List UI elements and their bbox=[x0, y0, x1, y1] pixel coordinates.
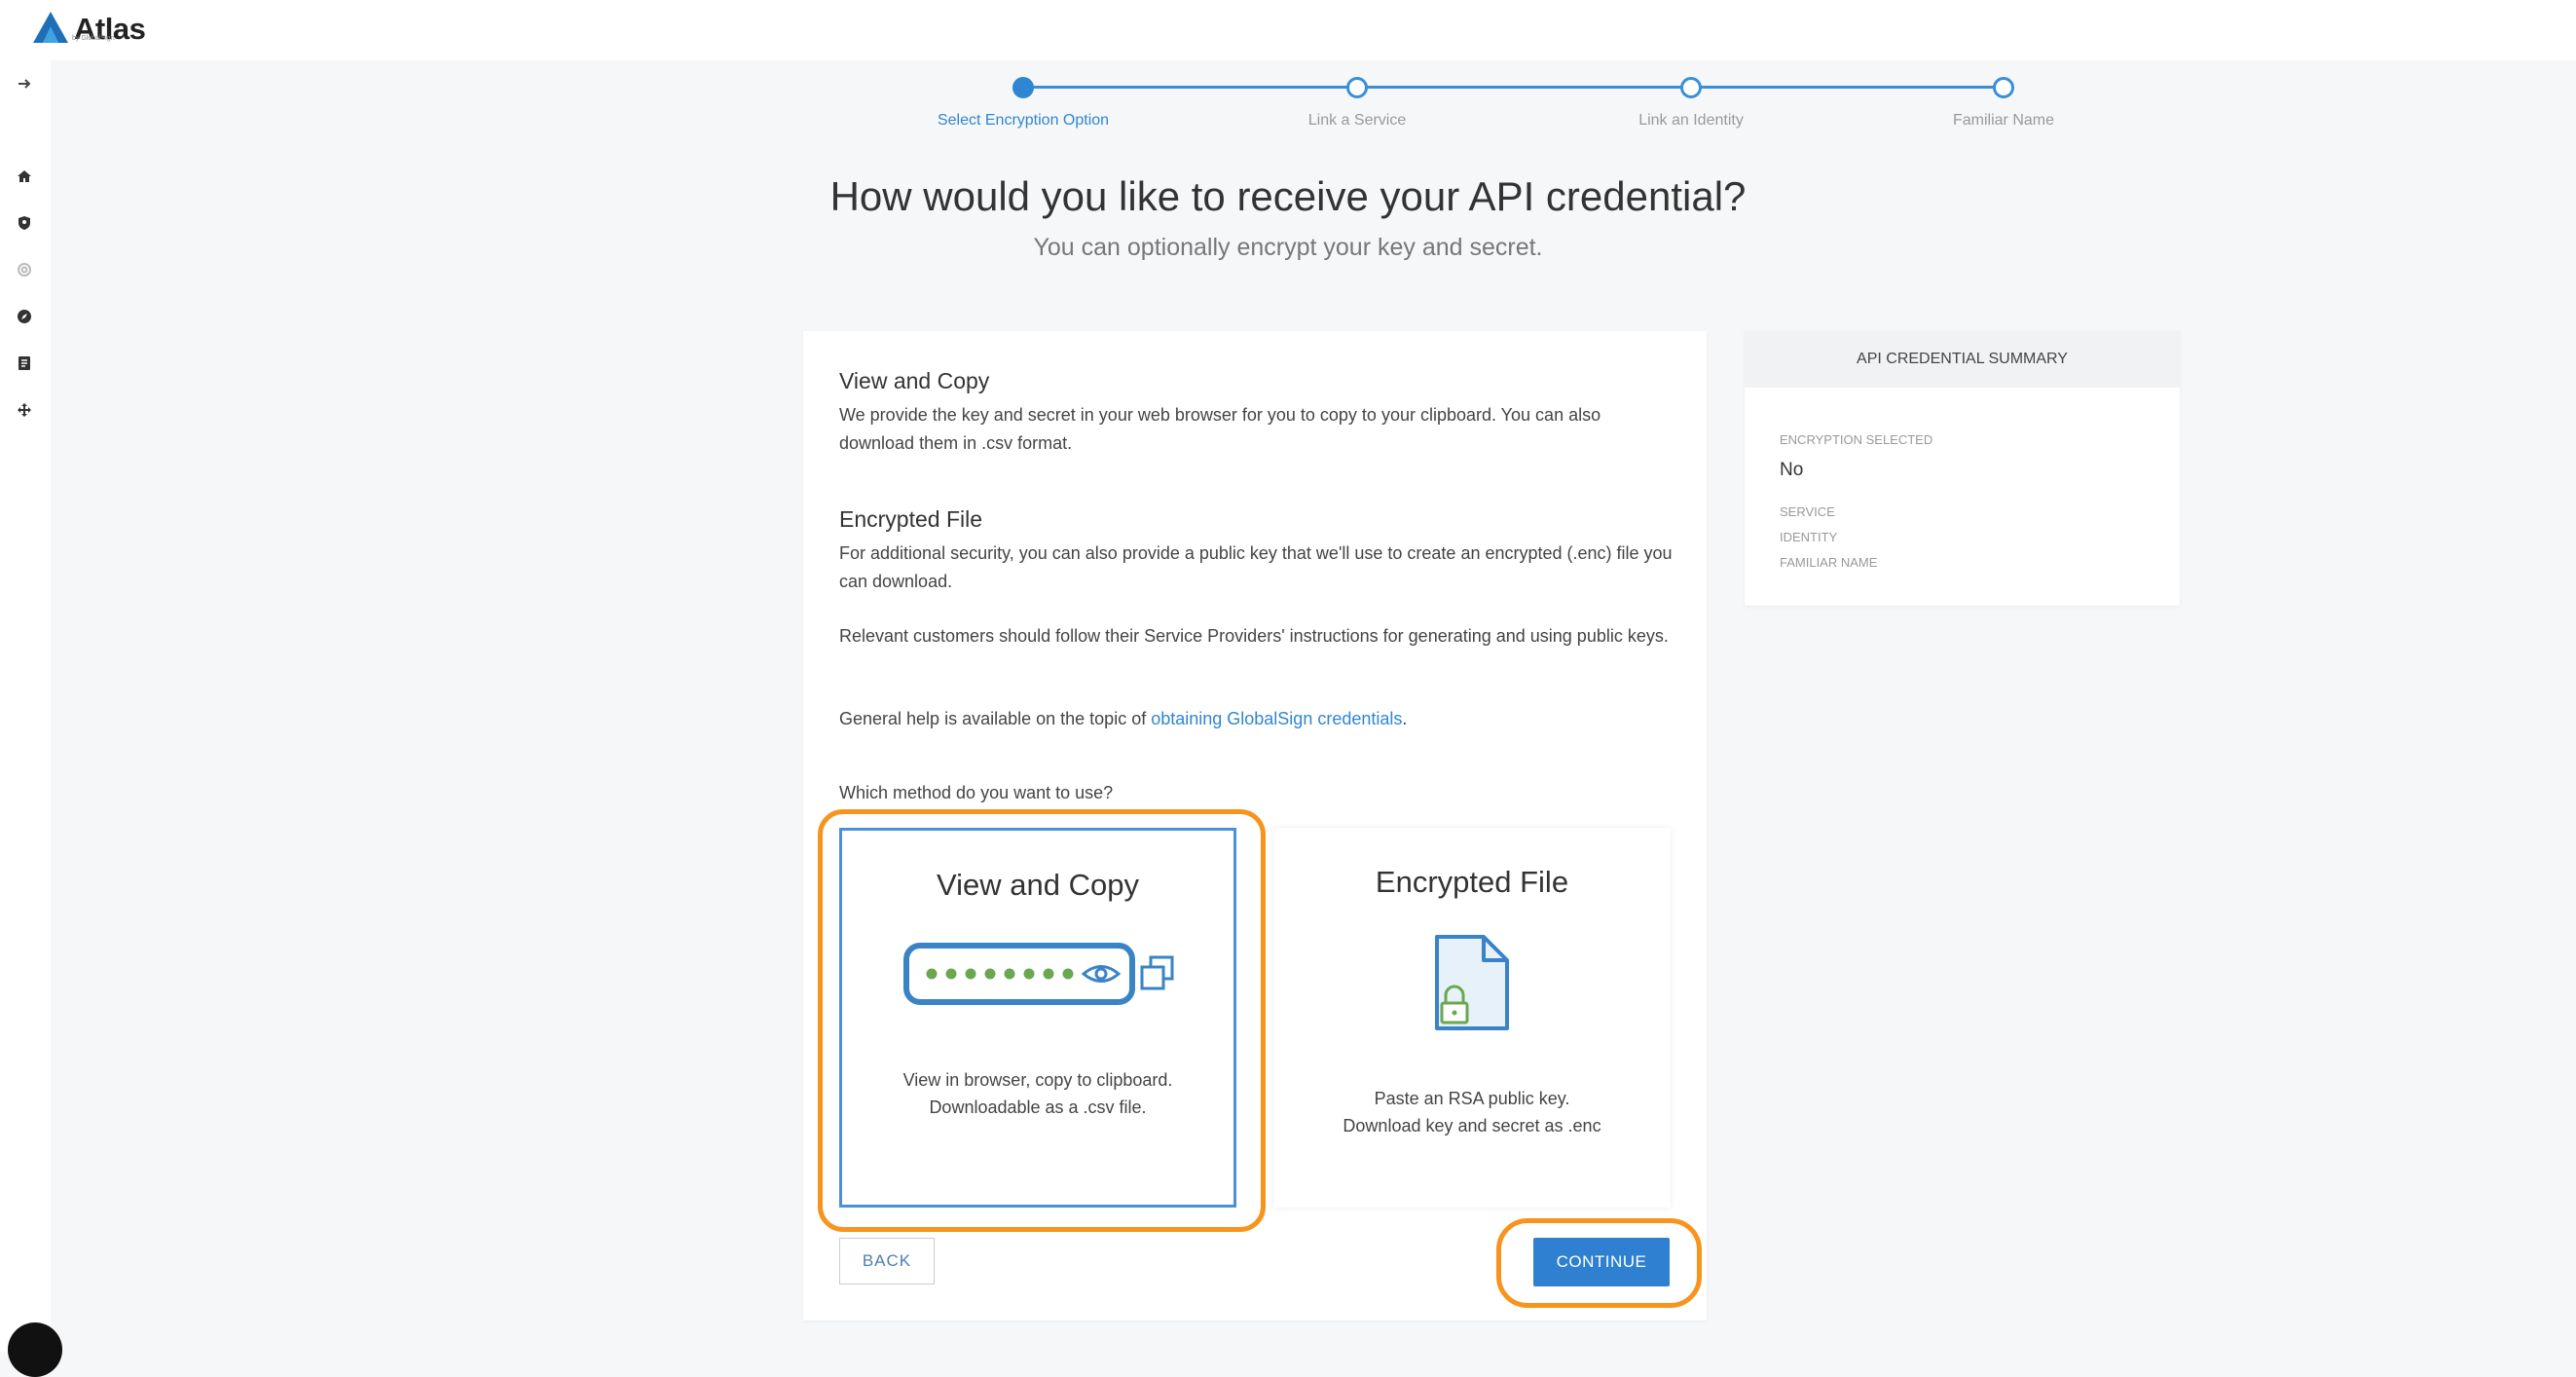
move-icon[interactable] bbox=[14, 399, 35, 421]
view-copy-description: We provide the key and secret in your we… bbox=[839, 405, 1601, 453]
progress-stepper: Select Encryption Option Link a Service … bbox=[938, 77, 2054, 135]
encryption-selected-label: ENCRYPTION SELECTED bbox=[1780, 432, 1933, 447]
compass-icon[interactable] bbox=[14, 306, 35, 327]
continue-highlight bbox=[1496, 1218, 1702, 1308]
help-suffix: . bbox=[1402, 709, 1408, 728]
arrow-right-icon[interactable] bbox=[14, 73, 35, 94]
page-subtitle: You can optionally encrypt your key and … bbox=[1033, 234, 1543, 261]
view-copy-highlight bbox=[818, 809, 1266, 1232]
globalsign-credentials-link[interactable]: obtaining GlobalSign credentials bbox=[1151, 709, 1402, 728]
summary-title: API CREDENTIAL SUMMARY bbox=[1745, 331, 2180, 388]
step-label-2: Link a Service bbox=[1307, 112, 1407, 129]
method-question: Which method do you want to use? bbox=[839, 783, 1114, 802]
encrypted-file-option[interactable]: Encrypted File Paste an RSA public key. … bbox=[1273, 828, 1671, 1208]
credential-summary-panel: API CREDENTIAL SUMMARY ENCRYPTION SELECT… bbox=[1745, 331, 2180, 606]
stepper-line bbox=[1023, 86, 2005, 89]
fingerprint-icon[interactable] bbox=[14, 259, 35, 280]
encryption-selected-value: No bbox=[1780, 460, 1804, 480]
encrypted-file-option-line2: Download key and secret as .enc bbox=[1343, 1116, 1601, 1135]
help-prefix: General help is available on the topic o… bbox=[839, 709, 1152, 728]
encrypted-file-option-line1: Paste an RSA public key. bbox=[1374, 1089, 1570, 1108]
identity-label: IDENTITY bbox=[1780, 530, 1838, 544]
locked-file-icon bbox=[1435, 935, 1509, 1030]
chat-bubble-icon[interactable] bbox=[8, 1322, 62, 1377]
encrypted-file-heading: Encrypted File bbox=[839, 506, 983, 532]
step-dot-2 bbox=[1346, 77, 1368, 98]
step-label-4: Familiar Name bbox=[1952, 112, 2054, 129]
back-button[interactable]: BACK bbox=[839, 1238, 935, 1284]
help-text: General help is available on the topic o… bbox=[839, 705, 1676, 733]
document-icon[interactable] bbox=[14, 353, 35, 374]
familiar-name-label: FAMILIAR NAME bbox=[1780, 555, 1878, 570]
atlas-logo-icon bbox=[33, 12, 68, 43]
service-label: SERVICE bbox=[1780, 504, 1835, 519]
view-copy-heading: View and Copy bbox=[839, 368, 990, 393]
logo-subtitle: by GlobalSign bbox=[72, 35, 115, 42]
top-bar: Atlas by GlobalSign bbox=[0, 0, 2576, 60]
relevant-customers-text: Relevant customers should follow their S… bbox=[839, 626, 1669, 646]
page-title: How would you like to receive your API c… bbox=[829, 173, 1747, 219]
encrypted-file-option-title: Encrypted File bbox=[1375, 865, 1569, 899]
step-dot-3 bbox=[1680, 77, 1702, 98]
step-label-3: Link an Identity bbox=[1638, 112, 1744, 129]
step-label-1: Select Encryption Option bbox=[937, 112, 1110, 129]
encrypted-file-description: For additional security, you can also pr… bbox=[839, 543, 1673, 591]
step-dot-4 bbox=[1993, 77, 2014, 98]
step-dot-1 bbox=[1012, 77, 1034, 98]
